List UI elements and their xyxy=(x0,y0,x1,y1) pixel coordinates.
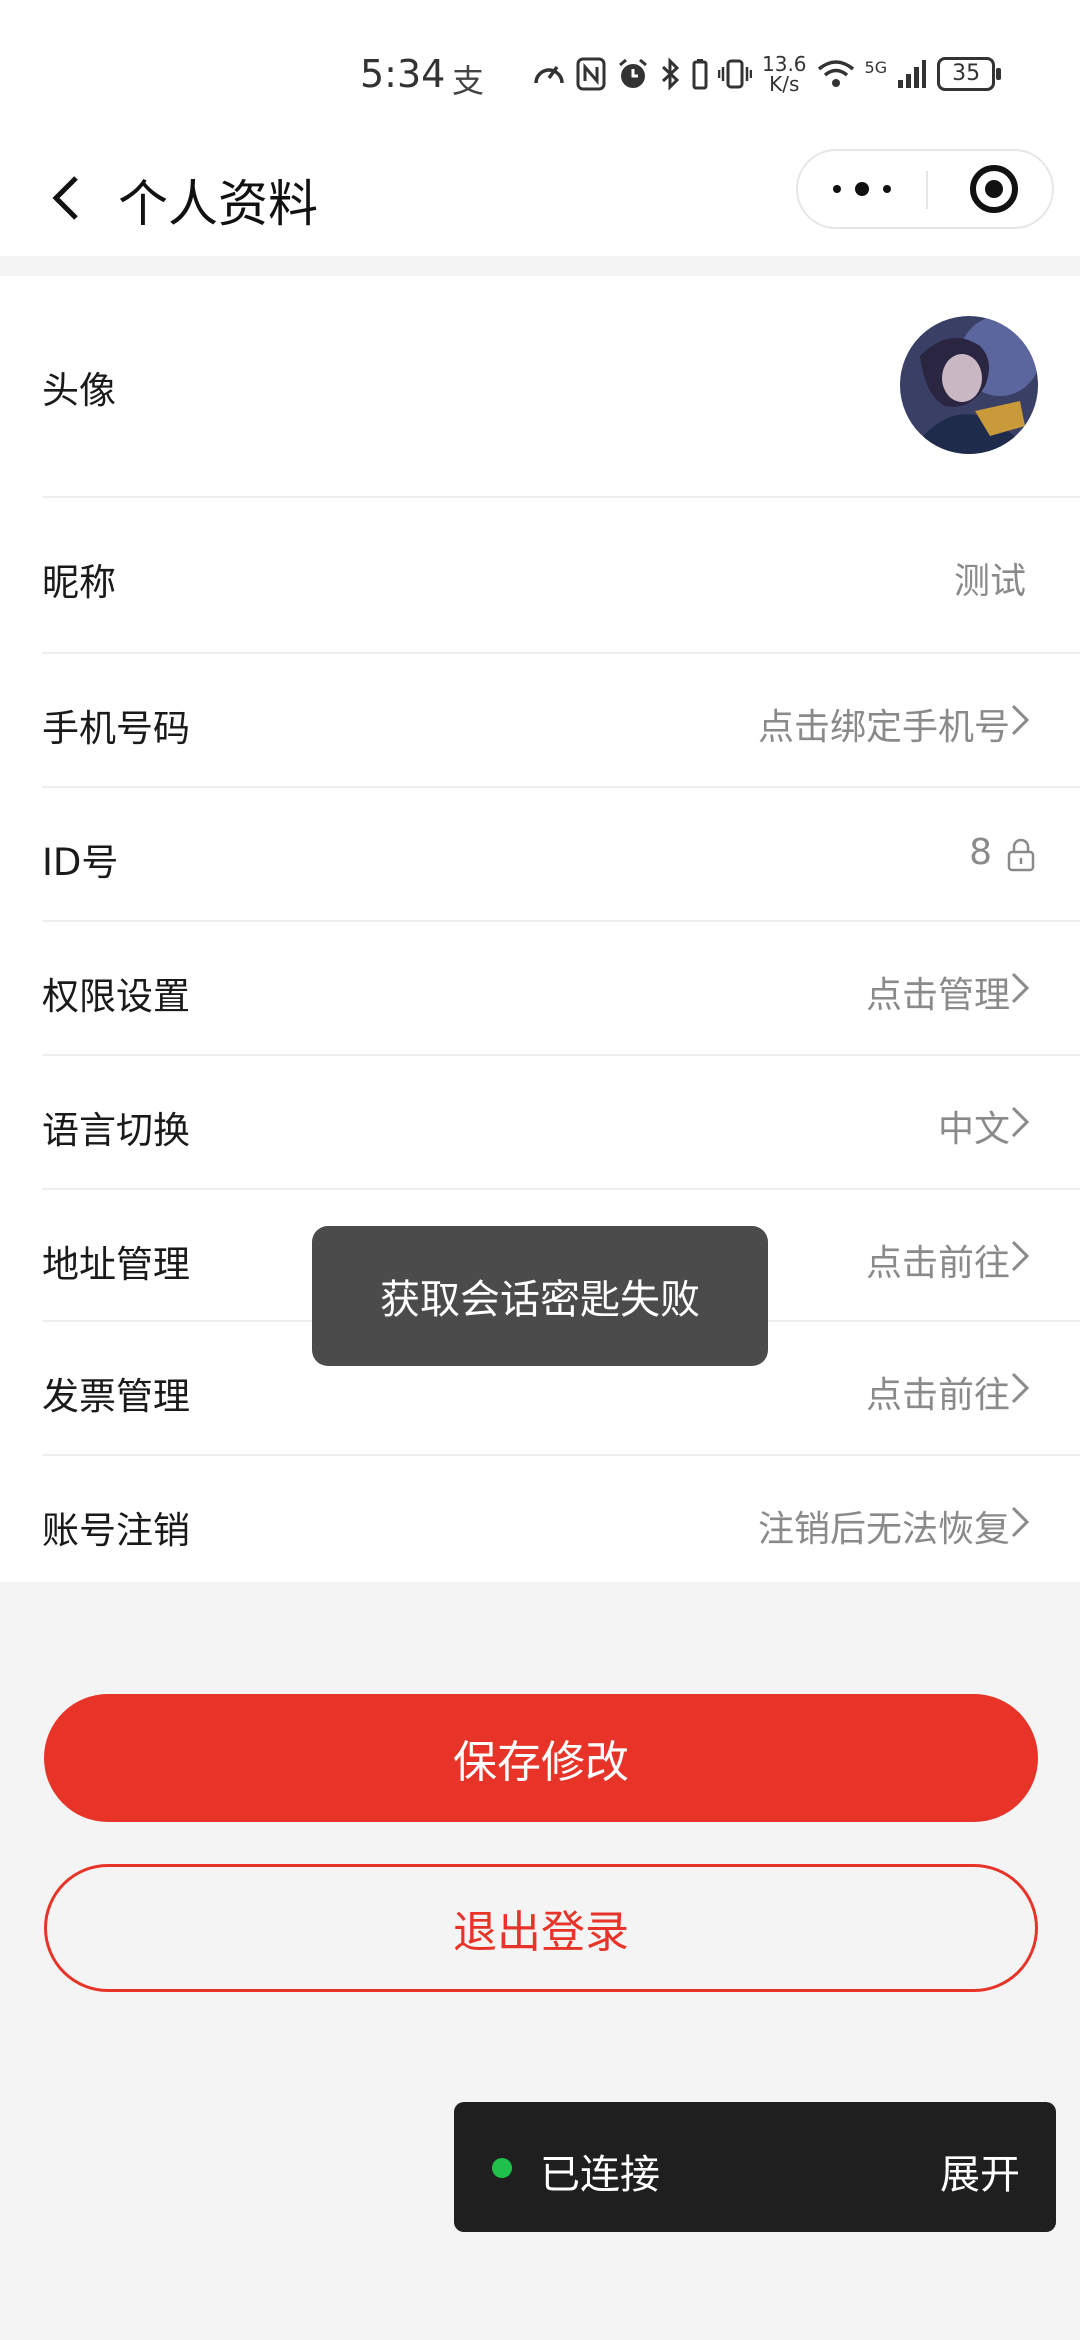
invoice-value: 点击前往 xyxy=(865,1375,1010,1416)
battery-indicator: 35 xyxy=(937,57,1002,91)
row-delete-account[interactable]: 账号注销 注销后无法恢复 xyxy=(0,1456,1080,1582)
permissions-label: 权限设置 xyxy=(42,975,190,1018)
invoice-label: 发票管理 xyxy=(42,1375,190,1418)
id-label: ID号 xyxy=(42,841,119,884)
phone-label: 手机号码 xyxy=(42,707,190,750)
nickname-label: 昵称 xyxy=(42,561,116,604)
chevron-right-icon xyxy=(1011,972,1030,1004)
speedometer-icon xyxy=(534,65,564,84)
more-dot-icon xyxy=(855,182,869,196)
permissions-value: 点击管理 xyxy=(865,975,1010,1016)
alipay-notification-icon: 支 xyxy=(452,62,485,100)
nickname-value[interactable]: 测试 xyxy=(954,552,1026,604)
id-value: 8 xyxy=(969,832,992,873)
more-dot-icon xyxy=(833,185,841,193)
chevron-right-icon xyxy=(1011,1240,1030,1272)
close-miniprogram-icon[interactable] xyxy=(970,165,1018,213)
miniprogram-capsule xyxy=(796,149,1054,229)
clock: 5:34 xyxy=(360,52,446,96)
nfc-icon xyxy=(576,57,606,91)
chevron-right-icon xyxy=(1011,1106,1030,1138)
error-toast: 获取会话密匙失败 xyxy=(312,1226,768,1366)
more-button[interactable] xyxy=(798,151,926,227)
status-bar: 5:34 支 13.6 K/s 5G 35 xyxy=(0,0,1080,140)
row-nickname[interactable]: 昵称 测试 xyxy=(0,498,1080,654)
lock-icon xyxy=(1007,838,1035,872)
delete-account-value: 注销后无法恢复 xyxy=(757,1509,1010,1550)
connection-bar: 已连接 展开 xyxy=(454,2102,1056,2232)
chevron-right-icon xyxy=(1011,1506,1030,1538)
battery-small-icon xyxy=(692,59,708,90)
bluetooth-icon xyxy=(661,57,680,91)
expand-button[interactable]: 展开 xyxy=(940,2142,1020,2200)
profile-list: 头像 昵称 测试 手机号码 点击绑定手机号 ID号 8 权限设置 点击管理 语言… xyxy=(0,276,1080,1582)
back-icon[interactable] xyxy=(38,168,98,228)
avatar[interactable] xyxy=(900,316,1038,454)
row-id: ID号 8 xyxy=(0,788,1080,922)
vibrate-icon xyxy=(718,59,752,89)
network-type: 5G xyxy=(864,58,888,77)
capsule-divider xyxy=(926,171,928,209)
status-icons: 13.6 K/s 5G 35 xyxy=(532,52,1002,96)
save-button[interactable]: 保存修改 xyxy=(44,1694,1038,1822)
delete-account-label: 账号注销 xyxy=(42,1509,190,1552)
page-title: 个人资料 xyxy=(118,175,318,233)
signal-icon xyxy=(898,60,927,88)
connection-status-dot xyxy=(492,2158,512,2178)
address-value: 点击前往 xyxy=(865,1243,1010,1284)
chevron-right-icon xyxy=(1011,1372,1030,1404)
phone-value: 点击绑定手机号 xyxy=(757,707,1010,748)
row-permissions[interactable]: 权限设置 点击管理 xyxy=(0,922,1080,1056)
avatar-image xyxy=(900,316,1038,454)
language-label: 语言切换 xyxy=(42,1109,190,1152)
logout-button[interactable]: 退出登录 xyxy=(44,1864,1038,1992)
language-value: 中文 xyxy=(937,1109,1010,1150)
row-avatar[interactable]: 头像 xyxy=(0,276,1080,498)
connection-status: 已连接 xyxy=(540,2152,660,2198)
more-dot-icon xyxy=(883,185,891,193)
avatar-label: 头像 xyxy=(42,369,116,412)
navigation-bar: 个人资料 xyxy=(0,140,1080,256)
network-speed: 13.6 K/s xyxy=(762,52,807,96)
row-phone[interactable]: 手机号码 点击绑定手机号 xyxy=(0,654,1080,788)
row-language[interactable]: 语言切换 中文 xyxy=(0,1056,1080,1190)
alarm-icon xyxy=(619,58,647,88)
address-label: 地址管理 xyxy=(42,1243,190,1286)
chevron-right-icon xyxy=(1011,704,1030,736)
wifi-icon xyxy=(817,60,854,87)
